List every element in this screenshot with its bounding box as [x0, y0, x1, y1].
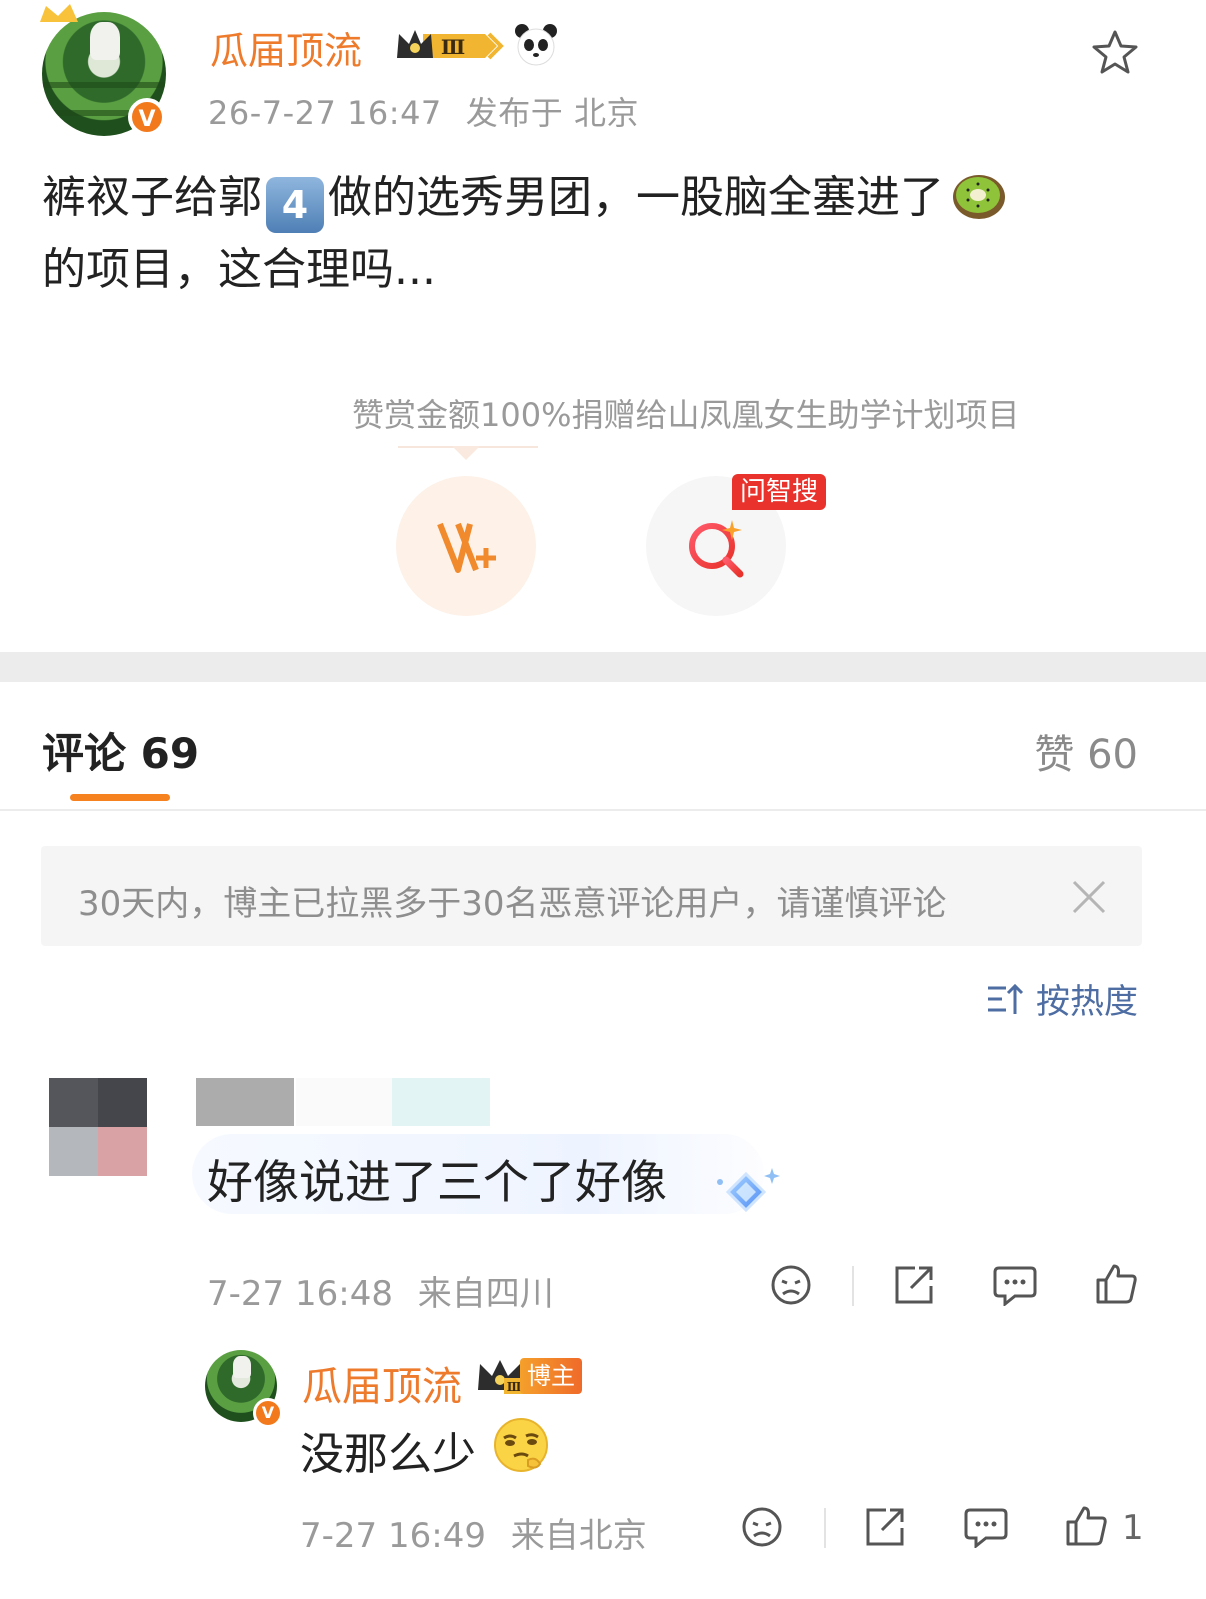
post-time: 26-7-27 16:47 — [208, 94, 442, 132]
close-icon[interactable] — [1070, 878, 1108, 916]
post-meta: 26-7-27 16:47 发布于 北京 — [208, 88, 639, 134]
kiwi-emoji-icon — [953, 175, 1005, 219]
reply-text: 没那么少 — [300, 1429, 476, 1480]
doubtful-face-emoji-icon — [494, 1418, 548, 1472]
tab-likes[interactable]: 赞 60 — [1034, 722, 1138, 780]
keycap-4-emoji: 4 — [266, 177, 324, 233]
share-icon[interactable] — [893, 1264, 935, 1306]
reply-like-count: 1 — [1122, 1508, 1144, 1548]
share-icon[interactable] — [864, 1506, 906, 1548]
post-location: 发布于 北京 — [465, 94, 639, 132]
commenter-badge-blurred — [392, 1078, 490, 1126]
svg-text:V+: V+ — [436, 518, 438, 519]
favorite-star-icon[interactable] — [1090, 28, 1140, 78]
reply-comment-icon[interactable] — [993, 1264, 1037, 1306]
comment-text: 好像说进了三个了好像 — [207, 1155, 667, 1209]
block-notice-text: 30天内，博主已拉黑多于30名恶意评论用户，请谨慎评论 — [78, 884, 947, 924]
reward-note: 赞赏金额100%捐赠给山凤凰女生助学计划项目 — [352, 396, 1020, 434]
action-separator — [824, 1508, 826, 1548]
sort-by-hot-button[interactable]: 按热度 — [986, 974, 1138, 1023]
tabs-divider — [0, 809, 1206, 811]
post-text-part2: 做的选秀男团，一股脑全塞进了 — [328, 172, 944, 223]
svg-text:Ⅲ: Ⅲ — [441, 35, 465, 59]
post-text-part3: 的项目，这合理吗... — [42, 244, 436, 295]
sort-icon — [988, 983, 1024, 1014]
member-crown-badge-icon[interactable]: Ⅲ — [393, 24, 505, 68]
commenter-badge-blurred — [296, 1078, 392, 1126]
dislike-face-icon[interactable] — [741, 1506, 783, 1548]
host-tag: 博主 — [520, 1358, 582, 1394]
author-name[interactable]: 瓜届顶流 — [210, 20, 362, 75]
vplus-reward-icon: V+ — [436, 518, 496, 573]
commenter-avatar[interactable] — [49, 1078, 147, 1176]
verified-badge-icon: V — [128, 98, 166, 136]
active-tab-indicator — [70, 794, 170, 801]
comment-location: 来自四川 — [417, 1274, 554, 1314]
reply-comment-icon[interactable] — [964, 1506, 1008, 1548]
comment-meta: 7-27 16:48 来自四川 — [207, 1266, 554, 1315]
reply-meta: 7-27 16:49 来自北京 — [300, 1508, 647, 1557]
reply-author-name[interactable]: 瓜届顶流 — [302, 1354, 462, 1412]
reply-time: 7-27 16:49 — [300, 1516, 486, 1556]
like-thumb-icon[interactable] — [1094, 1262, 1138, 1306]
reply-location: 来自北京 — [510, 1516, 647, 1556]
post-body: 裤衩子给郭 4 做的选秀男团，一股脑全塞进了 的项目，这合理吗... — [42, 162, 1162, 306]
diamond-bubble-icon — [717, 1168, 780, 1213]
action-separator — [852, 1266, 854, 1306]
ai-search-icon — [689, 520, 744, 578]
like-thumb-icon[interactable] — [1064, 1504, 1108, 1548]
commenter-name-blurred[interactable] — [196, 1078, 294, 1126]
panda-icon — [515, 24, 557, 66]
sort-label: 按热度 — [1036, 982, 1138, 1022]
tab-comments[interactable]: 评论 69 — [42, 720, 199, 781]
reward-pointer-icon — [452, 446, 480, 460]
reward-button[interactable]: V+ — [396, 476, 536, 616]
post-text-part1: 裤衩子给郭 — [42, 172, 262, 223]
crown-decoration-icon — [40, 4, 78, 22]
comment-time: 7-27 16:48 — [207, 1274, 393, 1314]
verified-badge-icon: V — [253, 1398, 283, 1428]
section-divider — [0, 652, 1206, 682]
dislike-face-icon[interactable] — [770, 1264, 812, 1306]
ai-search-tag: 问智搜 — [732, 474, 827, 510]
